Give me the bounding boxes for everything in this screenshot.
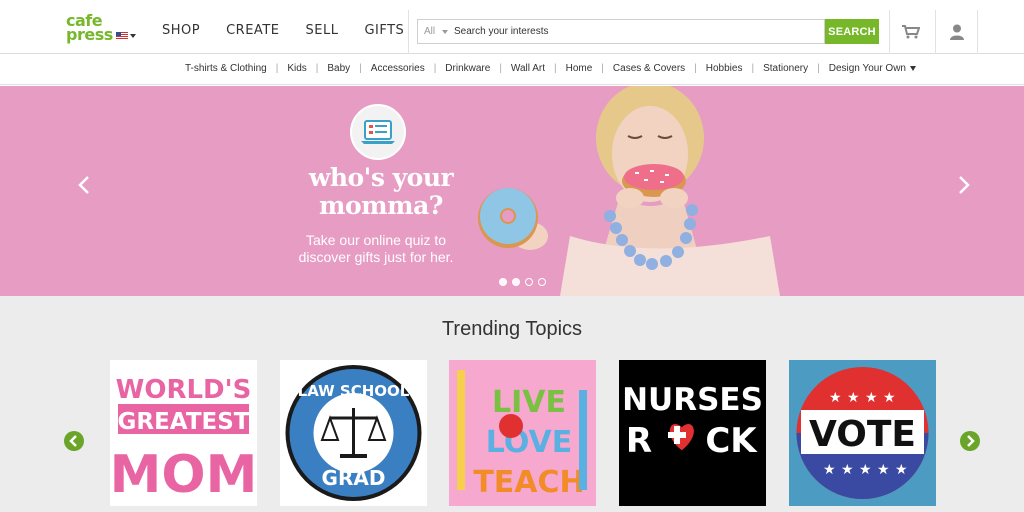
tile-image: LIVE LOVE TEACH: [457, 370, 587, 500]
carousel-next-button[interactable]: [960, 431, 980, 451]
cart-icon: [902, 25, 920, 39]
category-design-your-own[interactable]: Design Your Own: [829, 63, 916, 74]
category-wall-art[interactable]: Wall Art: [511, 63, 545, 74]
carousel-prev-button[interactable]: [64, 431, 84, 451]
slide-indicators: [499, 278, 546, 286]
main-nav: SHOP CREATE SELL GIFTS: [162, 23, 430, 38]
trending-tile-greatest-mom[interactable]: WORLD'S GREATEST MOM: [110, 360, 257, 506]
divider: |: [601, 63, 604, 74]
trending-tile-nurses-rock[interactable]: NURSES R CK: [619, 360, 766, 506]
trending-tile-live-love-teach[interactable]: LIVE LOVE TEACH: [449, 360, 596, 506]
us-flag-icon[interactable]: [116, 32, 128, 40]
divider: |: [751, 63, 755, 74]
tile-text: TEACH: [473, 465, 584, 500]
hero-title-line: momma?: [319, 191, 443, 220]
chevron-right-icon: [967, 435, 975, 447]
design-your-own-label: Design Your Own: [828, 63, 906, 74]
svg-text:★: ★: [859, 462, 872, 478]
slide-dot[interactable]: [525, 278, 533, 286]
svg-text:★: ★: [841, 462, 854, 478]
chevron-down-icon[interactable]: [442, 30, 448, 34]
tile-text: NURSES: [622, 382, 763, 418]
svg-text:★: ★: [865, 390, 878, 406]
tile-text: LIVE: [492, 385, 566, 420]
category-accessories[interactable]: Accessories: [371, 63, 425, 74]
chevron-left-icon[interactable]: [74, 174, 96, 196]
svg-text:★: ★: [883, 390, 896, 406]
hero-subtitle-line: Take our online quiz to: [305, 232, 447, 248]
tile-text: MOM: [110, 445, 257, 505]
divider: |: [817, 63, 820, 74]
chevron-down-icon: [910, 65, 916, 71]
divider: |: [433, 63, 437, 74]
logo-bottom: press: [66, 25, 113, 44]
category-home[interactable]: Home: [566, 63, 593, 74]
hero-subtitle: Take our online quiz to discover gifts j…: [286, 232, 466, 266]
cafepress-logo[interactable]: cafe press: [66, 13, 114, 46]
divider: |: [694, 63, 697, 74]
tile-text: WORLD'S: [116, 375, 252, 405]
nav-gifts[interactable]: GIFTS: [364, 23, 404, 38]
user-icon: [949, 24, 964, 40]
tile-text: GREATEST: [118, 409, 250, 435]
account-button[interactable]: [935, 10, 978, 54]
divider: |: [315, 63, 319, 74]
divider: |: [499, 63, 502, 74]
tile-text: R: [626, 421, 652, 461]
trending-tile-law-school-grad[interactable]: LAW SCHOOL GRAD: [280, 360, 427, 506]
quiz-laptop-icon: [350, 104, 406, 160]
slide-dot[interactable]: [499, 278, 507, 286]
svg-text:★: ★: [823, 462, 836, 478]
search-box: All: [417, 19, 825, 44]
tile-text: LOVE: [486, 425, 572, 460]
slide-dot[interactable]: [538, 278, 546, 286]
category-hobbies[interactable]: Hobbies: [706, 63, 743, 74]
chevron-right-icon[interactable]: [952, 174, 974, 196]
svg-text:★: ★: [895, 462, 908, 478]
category-bar: T-shirts & Clothing | Kids | Baby | Accesso…: [0, 55, 1024, 85]
svg-text:★: ★: [829, 390, 842, 406]
hero-subtitle-line: discover gifts just for her.: [298, 249, 454, 265]
category-kids[interactable]: Kids: [287, 63, 306, 74]
svg-text:★: ★: [877, 462, 890, 478]
hero-title-line: who's your: [308, 163, 454, 192]
cart-button[interactable]: [889, 10, 932, 54]
tile-image: VOTE ★ ★ ★ ★ ★ ★ ★ ★ ★: [796, 367, 929, 499]
chevron-left-icon: [69, 435, 77, 447]
category-drinkware[interactable]: Drinkware: [445, 63, 490, 74]
hero-photo-image: [470, 86, 780, 296]
tile-text: CK: [705, 421, 758, 461]
tile-text: LAW SCHOOL: [298, 382, 410, 400]
search-input[interactable]: [454, 20, 822, 43]
tile-text: VOTE: [809, 414, 916, 455]
divider: |: [359, 63, 362, 74]
chevron-down-icon[interactable]: [130, 34, 136, 38]
trending-tile-vote[interactable]: VOTE ★ ★ ★ ★ ★ ★ ★ ★ ★: [789, 360, 936, 506]
category-baby[interactable]: Baby: [327, 63, 350, 74]
nav-shop[interactable]: SHOP: [162, 23, 200, 38]
nav-create[interactable]: CREATE: [226, 23, 279, 38]
category-stationery[interactable]: Stationery: [763, 63, 808, 74]
tile-text: GRAD: [322, 466, 386, 490]
hero-title: who's your momma?: [296, 164, 466, 220]
trending-section: Trending Topics WORLD'S GREATEST MOM LAW…: [0, 296, 1024, 512]
divider: |: [554, 63, 557, 74]
tile-image: NURSES R CK: [622, 382, 763, 461]
category-tshirts[interactable]: T-shirts & Clothing: [185, 63, 267, 74]
hero-banner[interactable]: who's your momma? Take our online quiz t…: [0, 86, 1024, 296]
search-category[interactable]: All: [424, 26, 435, 37]
divider: |: [275, 63, 279, 74]
tile-image: LAW SCHOOL GRAD: [285, 365, 422, 501]
svg-text:★: ★: [847, 390, 860, 406]
slide-dot[interactable]: [512, 278, 520, 286]
search-button[interactable]: SEARCH: [825, 19, 879, 44]
trending-title: Trending Topics: [441, 318, 583, 340]
tile-image: WORLD'S GREATEST MOM: [110, 375, 257, 505]
nav-sell[interactable]: SELL: [305, 23, 338, 38]
category-cases-covers[interactable]: Cases & Covers: [613, 63, 685, 74]
